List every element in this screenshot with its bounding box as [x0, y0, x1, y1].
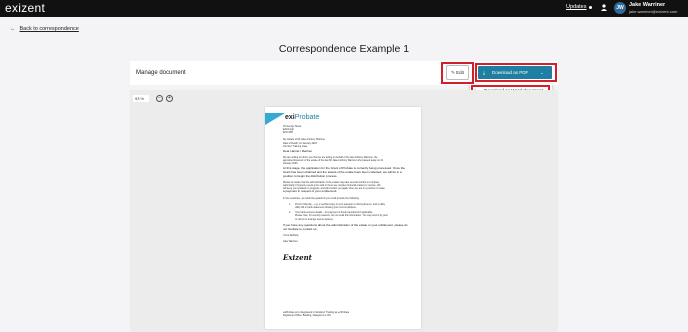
app-logo[interactable]: exizent	[5, 1, 45, 15]
body-line: position to begin the distribution proce…	[283, 174, 338, 178]
page-title: Correspondence Example 1	[278, 43, 410, 55]
zoom-in-button[interactable]: +	[166, 95, 173, 102]
footer-line: Registered Office: Building, Glasgow G1 …	[283, 314, 331, 317]
signature: Exizent	[283, 253, 312, 262]
brand-logo: exiProbate	[285, 114, 320, 121]
bullet-line: or call us to arrange secure delivery.	[295, 218, 334, 221]
brand-triangle-icon	[265, 113, 285, 125]
arrow-left-icon: ←	[10, 26, 16, 32]
salutation: Dear Harriet / Rachen	[283, 149, 313, 153]
body-line: a payment in respect of your entitlement…	[283, 189, 338, 193]
notification-dot-icon	[589, 6, 592, 9]
zoom-out-button[interactable]: −	[156, 95, 163, 102]
user-icon[interactable]	[601, 4, 607, 11]
updates-link[interactable]: Updates	[566, 4, 587, 10]
our-ref-line: Our Ref: Training Case	[283, 145, 308, 148]
edit-highlight-box	[441, 62, 474, 84]
back-link-label: Back to correspondence	[19, 26, 79, 32]
document-page: exiProbate 25 George Street Edinburgh EH…	[265, 107, 421, 329]
avatar[interactable]: JW	[614, 2, 626, 14]
bullet-line: Please note, for security reasons, do no…	[295, 214, 388, 217]
top-bar: exizent Updates JW Jake Warriner jake.wa…	[0, 0, 688, 17]
address-line: EH2 2PB	[283, 131, 293, 134]
body-line: In the meantime, we would be grateful if…	[283, 197, 360, 200]
bullet-line: utility bill or bank statement showing y…	[295, 206, 357, 209]
closing-line: not hesitate to contact us.	[283, 227, 318, 231]
reference-line: Re: Estate of Mr Jake Anthony Warriner	[283, 138, 326, 141]
closing-line: Jake Warriner	[283, 240, 298, 243]
body-line: January 2023.	[283, 162, 299, 165]
bullet-number: 2.	[289, 211, 291, 214]
back-to-correspondence-link[interactable]: ← Back to correspondence	[10, 26, 79, 32]
closing-line: Yours faithfully,	[283, 234, 299, 237]
download-highlight-box	[475, 63, 557, 82]
user-email: jake.warriner@exizent.com	[629, 9, 678, 14]
user-name: Jake Warriner	[629, 2, 666, 8]
zoom-select[interactable]: 93 %	[133, 95, 149, 102]
manage-document-label: Manage document	[136, 70, 186, 76]
bullet-number: 1.	[289, 203, 291, 206]
